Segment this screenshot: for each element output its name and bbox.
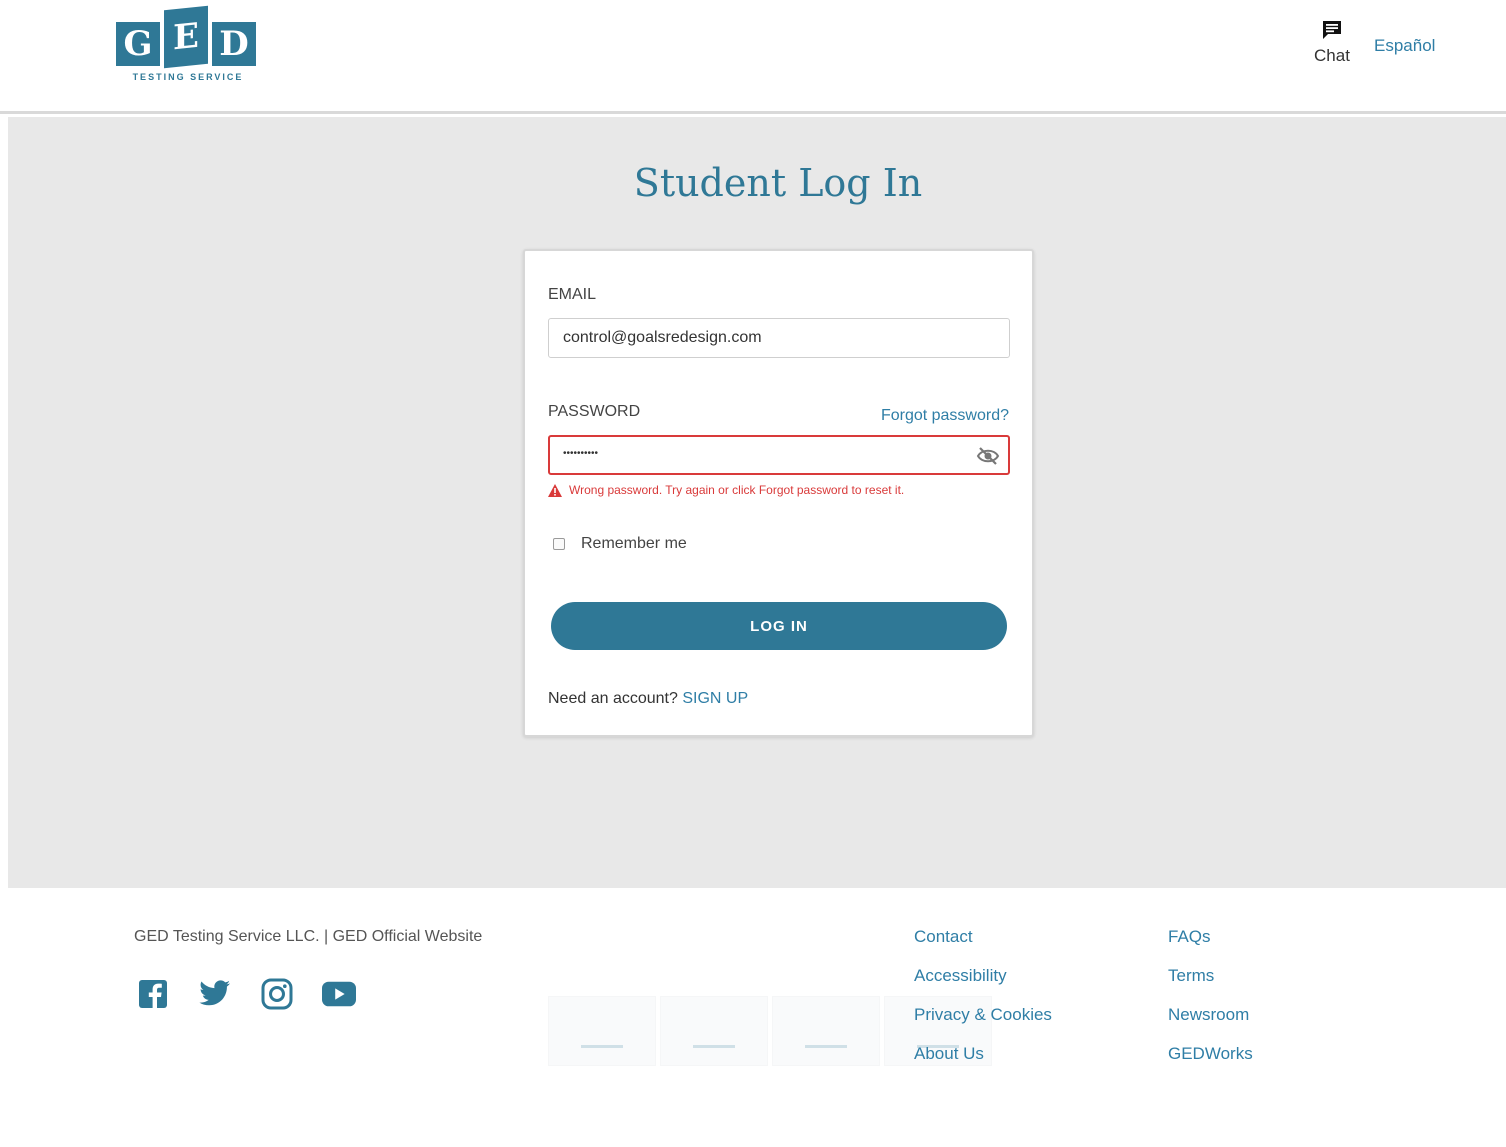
language-link[interactable]: Español <box>1374 36 1435 56</box>
instagram-icon[interactable] <box>260 978 294 1010</box>
site-header: G E D TESTING SERVICE Chat Español <box>0 0 1506 114</box>
chat-button[interactable]: Chat <box>1306 20 1358 66</box>
footer-link-terms[interactable]: Terms <box>1168 965 1253 986</box>
signup-line: Need an account? SIGN UP <box>548 690 748 708</box>
email-label: EMAIL <box>548 286 597 303</box>
forgot-password-link[interactable]: Forgot password? <box>881 407 1009 425</box>
ged-logo[interactable]: G E D TESTING SERVICE <box>116 5 260 88</box>
thumbnail <box>660 996 768 1066</box>
signup-link[interactable]: SIGN UP <box>682 690 748 707</box>
footer-link-faqs[interactable]: FAQs <box>1168 926 1253 947</box>
logo-letters: G E D <box>116 5 260 69</box>
social-links <box>136 978 356 1010</box>
footer-links-col1: Contact Accessibility Privacy & Cookies … <box>914 926 1052 1064</box>
logo-letter-d: D <box>212 22 256 66</box>
password-field[interactable]: •••••••••• <box>548 435 1010 475</box>
site-footer: GED Testing Service LLC. | GED Official … <box>0 888 1506 1147</box>
password-label: PASSWORD <box>548 403 641 420</box>
footer-link-gedworks[interactable]: GEDWorks <box>1168 1043 1253 1064</box>
remember-label: Remember me <box>581 535 687 552</box>
warning-icon <box>548 483 562 497</box>
password-value: •••••••••• <box>563 448 599 459</box>
facebook-icon[interactable] <box>136 978 170 1010</box>
twitter-icon[interactable] <box>198 978 232 1010</box>
remember-checkbox[interactable] <box>553 538 565 550</box>
logo-letter-g: G <box>116 22 160 66</box>
thumbnail <box>548 996 656 1066</box>
logo-subtitle: TESTING SERVICE <box>132 72 244 82</box>
password-error: Wrong password. Try again or click Forgo… <box>548 483 904 497</box>
login-button[interactable]: LOG IN <box>551 602 1007 650</box>
main-content: Student Log In EMAIL PASSWORD Forgot pas… <box>8 117 1506 888</box>
remember-me[interactable]: Remember me <box>553 535 687 553</box>
eye-off-icon[interactable] <box>976 446 1000 466</box>
footer-link-about[interactable]: About Us <box>914 1043 1052 1064</box>
footer-link-newsroom[interactable]: Newsroom <box>1168 1004 1253 1025</box>
login-card: EMAIL PASSWORD Forgot password? ••••••••… <box>523 249 1034 737</box>
footer-brand: GED Testing Service LLC. | GED Official … <box>134 928 483 945</box>
signup-prompt: Need an account? <box>548 690 678 707</box>
youtube-icon[interactable] <box>322 978 356 1010</box>
logo-letter-e: E <box>164 5 208 69</box>
email-field[interactable] <box>548 318 1010 358</box>
footer-link-contact[interactable]: Contact <box>914 926 1052 947</box>
thumbnail <box>772 996 880 1066</box>
footer-link-accessibility[interactable]: Accessibility <box>914 965 1052 986</box>
page-title: Student Log In <box>633 161 923 205</box>
footer-links-col2: FAQs Terms Newsroom GEDWorks <box>1168 926 1253 1064</box>
chat-label: Chat <box>1314 46 1350 65</box>
error-message: Wrong password. Try again or click Forgo… <box>569 483 905 497</box>
footer-link-privacy[interactable]: Privacy & Cookies <box>914 1004 1052 1025</box>
chat-icon <box>1323 21 1341 39</box>
